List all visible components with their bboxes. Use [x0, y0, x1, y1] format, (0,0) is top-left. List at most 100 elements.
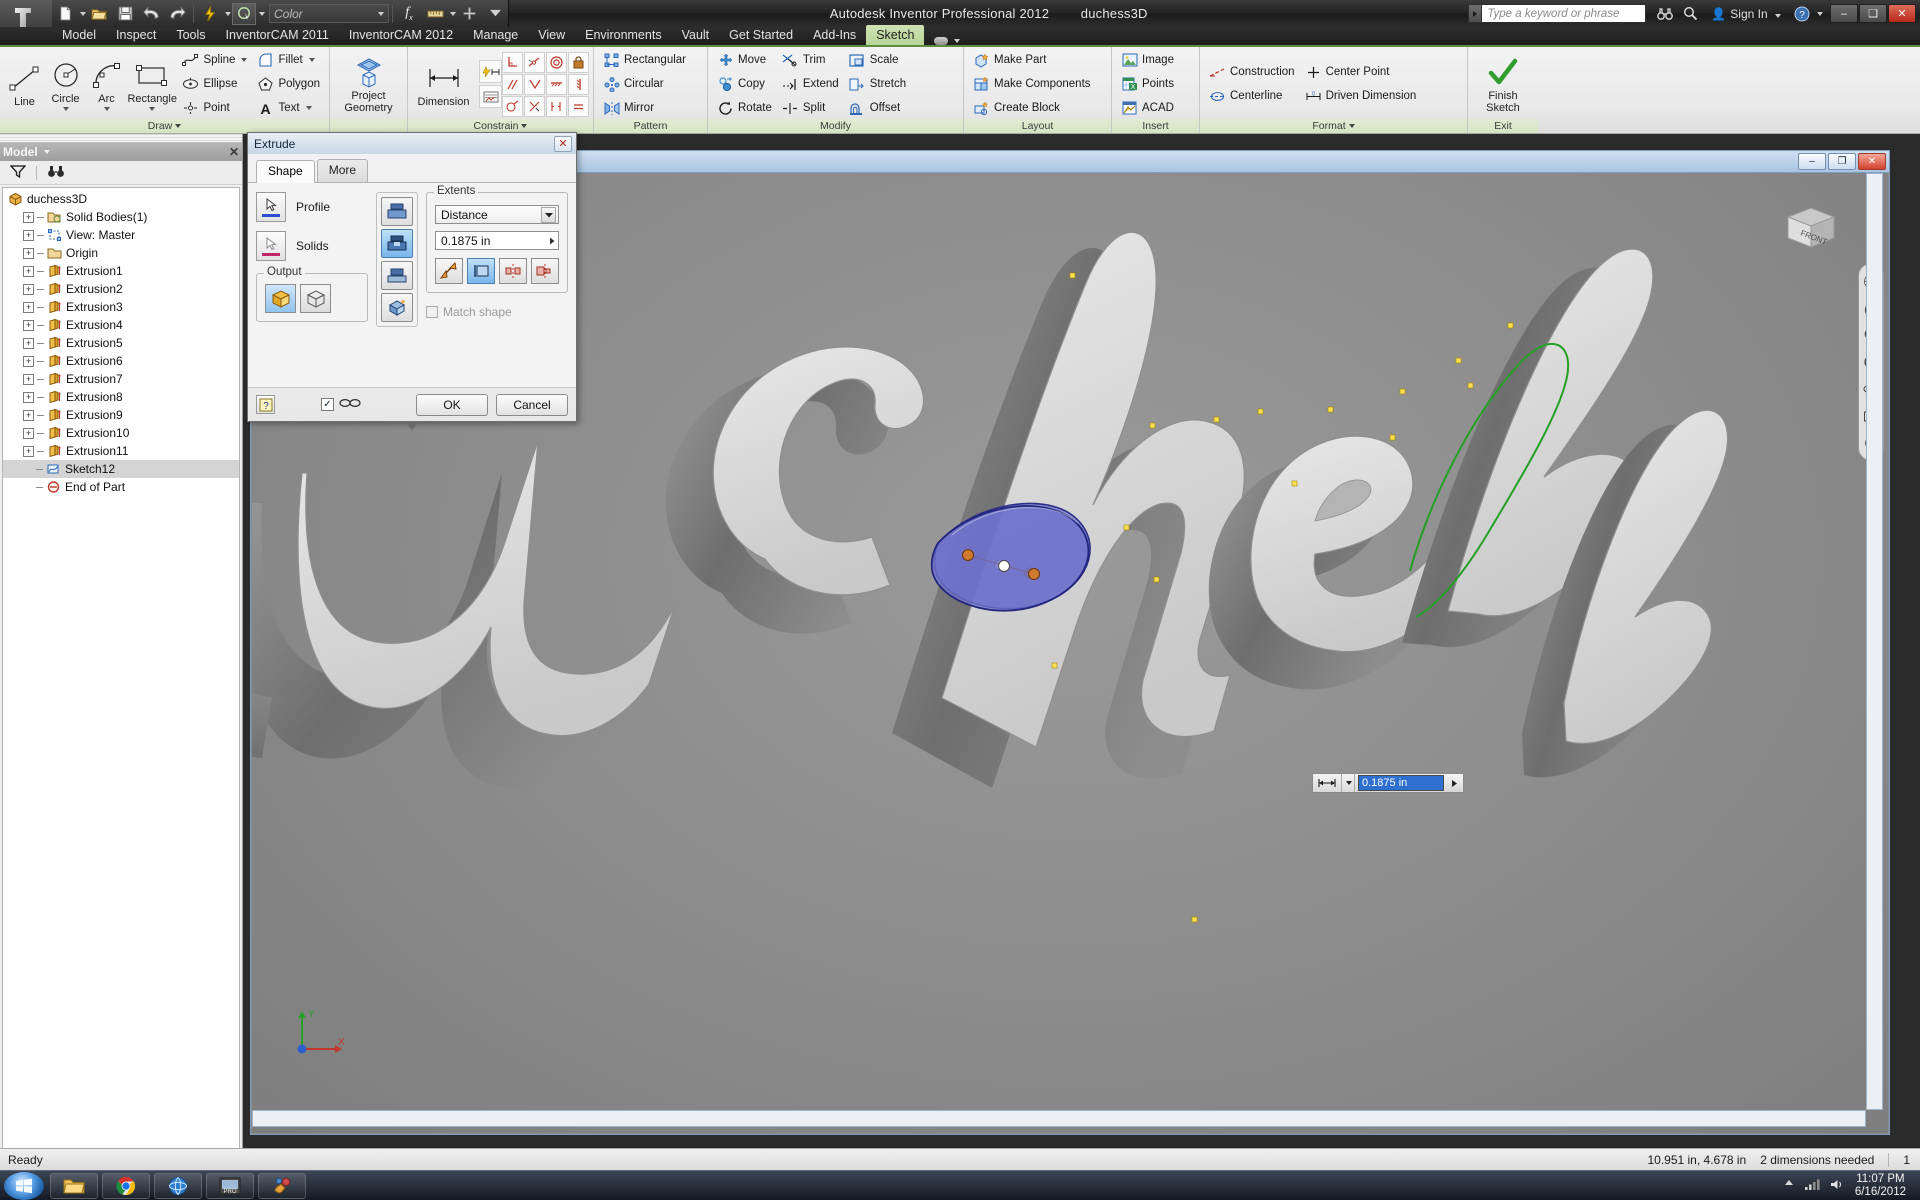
color-style-combo[interactable]: Color	[269, 4, 389, 23]
trim-button[interactable]: Trim	[779, 49, 842, 71]
cut-button[interactable]	[381, 229, 413, 258]
measure-dropdown-icon[interactable]	[450, 11, 456, 16]
sign-in-button[interactable]: 👤 Sign In	[1711, 7, 1781, 21]
tree-node-origin[interactable]: + Origin	[3, 244, 239, 262]
taskbar-paint[interactable]	[258, 1172, 306, 1199]
expander-icon[interactable]: +	[23, 247, 34, 259]
expander-icon[interactable]: +	[23, 391, 34, 403]
measure-button[interactable]	[423, 3, 447, 25]
value-expand-button[interactable]	[1447, 774, 1463, 792]
filter-icon[interactable]	[9, 164, 27, 181]
minimize-button[interactable]: –	[1830, 4, 1858, 23]
coincident-icon[interactable]	[524, 51, 545, 73]
panel-title-constrain[interactable]: Constrain	[408, 119, 593, 133]
expander-icon[interactable]: +	[23, 301, 34, 313]
parameters-button[interactable]: fx	[397, 3, 421, 25]
new-file-dropdown-icon[interactable]	[80, 11, 86, 16]
browser-grip[interactable]	[0, 134, 242, 143]
tab-vault[interactable]: Vault	[672, 25, 720, 45]
collinear-icon[interactable]	[546, 95, 567, 117]
construction-button[interactable]: Construction	[1206, 61, 1298, 83]
tab-sketch[interactable]: Sketch	[866, 25, 925, 45]
cancel-button[interactable]: Cancel	[496, 393, 568, 416]
expander-icon[interactable]: +	[23, 409, 34, 421]
help-search[interactable]: Type a keyword or phrase	[1468, 4, 1647, 23]
extend-button[interactable]: Extend	[779, 73, 842, 95]
text-dropdown-icon[interactable]	[305, 106, 312, 110]
smooth-icon[interactable]	[502, 95, 523, 117]
parallel-icon[interactable]	[502, 73, 523, 95]
start-button[interactable]	[4, 1171, 44, 1200]
project-geometry-button[interactable]: Project Geometry	[334, 54, 403, 114]
rectangle-dropdown-icon[interactable]	[149, 107, 156, 111]
extents-distance-dropdown-icon[interactable]	[549, 234, 556, 248]
tree-node-extrusion5[interactable]: + Extrusion5	[3, 334, 239, 352]
expander-icon[interactable]: +	[23, 427, 34, 439]
concentric-icon[interactable]	[546, 51, 567, 73]
symmetric-icon[interactable]	[524, 95, 545, 117]
update-dropdown-icon[interactable]	[225, 11, 231, 16]
symmetric-button[interactable]	[499, 258, 527, 284]
tree-node-solid-bodies[interactable]: + Solid Bodies(1)	[3, 208, 239, 226]
vertical-scrollbar[interactable]	[1866, 173, 1883, 1110]
tab-add-ins[interactable]: Add-Ins	[803, 25, 866, 45]
tray-volume-icon[interactable]	[1830, 1178, 1845, 1194]
point-button[interactable]: Point	[179, 97, 250, 119]
browser-tree[interactable]: duchess3D + Solid Bodies(1) + View: Mast…	[2, 187, 240, 1152]
undo-button[interactable]	[139, 3, 163, 25]
taskbar-browser[interactable]	[154, 1172, 202, 1199]
direction-2-button[interactable]	[467, 258, 495, 284]
image-button[interactable]: Image	[1118, 49, 1177, 71]
tree-node-extrusion7[interactable]: + Extrusion7	[3, 370, 239, 388]
asymmetric-button[interactable]	[531, 258, 559, 284]
taskbar-chrome[interactable]	[102, 1172, 150, 1199]
expander-icon[interactable]: +	[23, 229, 34, 241]
direction-1-button[interactable]	[435, 258, 463, 284]
extrude-value-tooltip[interactable]: 0.1875 in	[1312, 773, 1464, 793]
tree-node-extrusion4[interactable]: + Extrusion4	[3, 316, 239, 334]
save-button[interactable]	[113, 3, 137, 25]
search-icon[interactable]	[1683, 6, 1698, 21]
tab-environments[interactable]: Environments	[575, 25, 671, 45]
panel-title-format[interactable]: Format	[1200, 119, 1467, 133]
tab-view[interactable]: View	[528, 25, 575, 45]
center-point-button[interactable]: Center Point	[1302, 61, 1420, 83]
arc-button[interactable]: Arc	[86, 57, 127, 111]
extents-distance-field[interactable]: 0.1875 in	[435, 231, 559, 250]
extrude-distance-input[interactable]: 0.1875 in	[1358, 775, 1444, 791]
offset-button[interactable]: Offset	[846, 97, 909, 119]
driven-dimension-button[interactable]: () Driven Dimension	[1302, 85, 1420, 107]
mirror-button[interactable]: Mirror	[600, 97, 689, 119]
intersect-button[interactable]	[381, 261, 413, 290]
points-button[interactable]: X Points	[1118, 73, 1177, 95]
tree-node-extrusion6[interactable]: + Extrusion6	[3, 352, 239, 370]
fillet-dropdown-icon[interactable]	[308, 58, 315, 62]
tab-tools[interactable]: Tools	[166, 25, 215, 45]
split-button[interactable]: Split	[779, 97, 842, 119]
acad-button[interactable]: ACAD	[1118, 97, 1177, 119]
tree-node-extrusion2[interactable]: + Extrusion2	[3, 280, 239, 298]
taskbar-explorer[interactable]	[50, 1172, 98, 1199]
spline-button[interactable]: Spline	[179, 49, 250, 71]
view-cube[interactable]: FRONT	[1780, 203, 1842, 253]
polygon-button[interactable]: Polygon	[254, 73, 323, 95]
tab-inspect[interactable]: Inspect	[106, 25, 166, 45]
update-button[interactable]	[198, 3, 222, 25]
minimize-dialog-checkbox[interactable]: ✓	[321, 398, 334, 411]
finish-sketch-button[interactable]: Finish Sketch	[1472, 54, 1534, 114]
tangent-icon[interactable]	[524, 73, 545, 95]
solids-select-button[interactable]	[256, 231, 286, 261]
extents-type-select[interactable]: Distance	[435, 205, 559, 224]
tree-node-view-master[interactable]: + View: Master	[3, 226, 239, 244]
browser-dropdown-icon[interactable]	[43, 150, 50, 154]
tree-node-extrusion11[interactable]: + Extrusion11	[3, 442, 239, 460]
expander-icon[interactable]: +	[23, 319, 34, 331]
distance-dropdown-button[interactable]	[1342, 774, 1355, 792]
tree-node-sketch12[interactable]: Sketch12	[3, 460, 239, 478]
join-button[interactable]	[381, 197, 413, 226]
search-dropdown-icon[interactable]	[1468, 4, 1482, 23]
panel-title-draw[interactable]: Draw	[0, 119, 329, 133]
close-button[interactable]: ✕	[1888, 4, 1916, 23]
expander-icon[interactable]: +	[23, 373, 34, 385]
tree-node-extrusion1[interactable]: + Extrusion1	[3, 262, 239, 280]
